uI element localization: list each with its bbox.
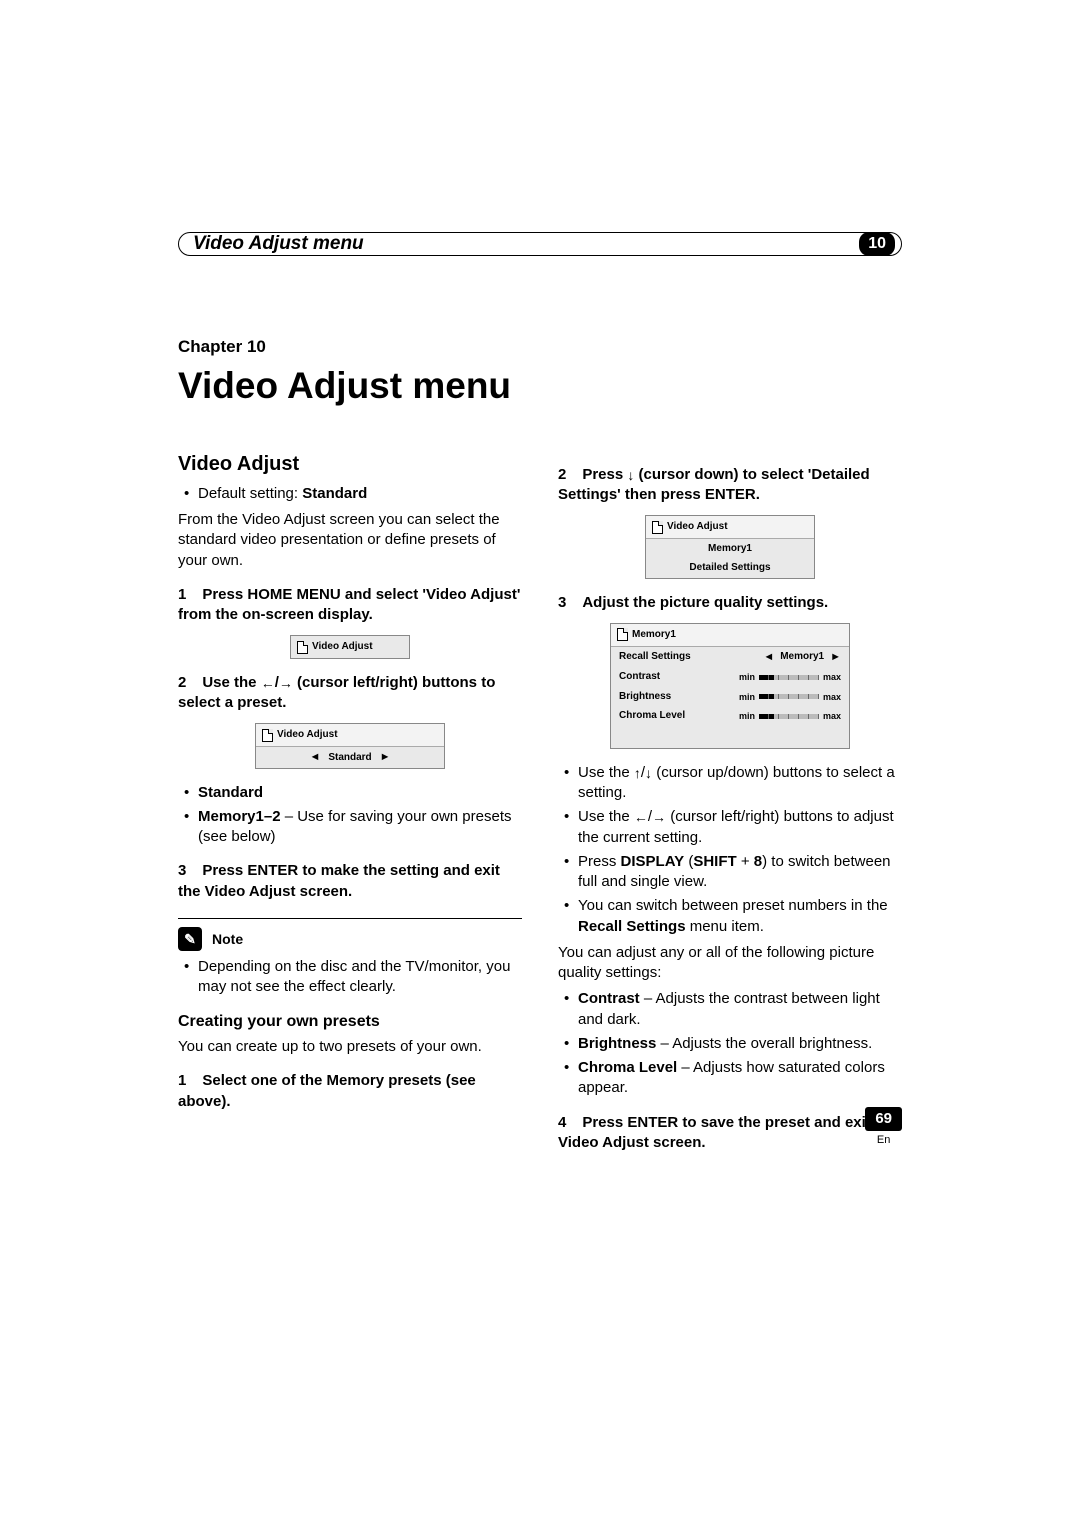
arrow-right-icon: ► — [380, 750, 391, 765]
default-setting: Default setting: Standard — [198, 484, 522, 504]
osd-detailed-settings: Video Adjust Memory1 Detailed Settings — [645, 515, 815, 579]
slider-track — [759, 675, 819, 680]
arrow-right-icon: → — [652, 809, 666, 825]
osd-video-adjust-small: Video Adjust — [290, 635, 410, 659]
content-columns: Video Adjust Default setting: Standard F… — [178, 451, 902, 1157]
tip-recall: You can switch between preset numbers in… — [578, 896, 902, 937]
adj-brightness: Brightness – Adjusts the overall brightn… — [578, 1034, 902, 1054]
chapter-badge: 10 — [859, 232, 895, 256]
bullet-standard: Standard — [198, 783, 522, 803]
adj-chroma: Chroma Level – Adjusts how saturated col… — [578, 1058, 902, 1099]
page-title: Video Adjust menu — [178, 361, 902, 411]
presets-intro: You can create up to two presets of your… — [178, 1037, 522, 1057]
left-column: Video Adjust Default setting: Standard F… — [178, 451, 522, 1157]
osd-video-adjust-preset: Video Adjust ◄ Standard ► — [255, 723, 445, 768]
right-step-4: 4 Press ENTER to save the preset and exi… — [558, 1113, 902, 1154]
page-icon — [652, 521, 663, 534]
presets-step-1: 1 Select one of the Memory presets (see … — [178, 1071, 522, 1112]
note-text: Depending on the disc and the TV/monitor… — [198, 957, 522, 998]
presets-heading: Creating your own presets — [178, 1011, 522, 1033]
page-number: 69 — [865, 1107, 902, 1131]
arrow-left-icon: ◄ — [763, 650, 774, 665]
chapter-label: Chapter 10 — [178, 336, 902, 359]
pencil-icon: ✎ — [178, 927, 202, 951]
page-header: Video Adjust menu 10 — [178, 232, 902, 256]
arrow-right-icon: → — [279, 675, 293, 691]
left-step-3: 3 Press ENTER to make the setting and ex… — [178, 861, 522, 902]
header-title: Video Adjust menu — [193, 231, 364, 257]
left-step-1: 1 Press HOME MENU and select 'Video Adju… — [178, 585, 522, 626]
slider-track — [759, 694, 819, 699]
tip-cursor-updown: Use the ↑/↓ (cursor up/down) buttons to … — [578, 763, 902, 804]
arrow-up-icon: ↑ — [634, 765, 641, 781]
page-icon — [262, 729, 273, 742]
right-column: 2 Press ↓ (cursor down) to select 'Detai… — [558, 451, 902, 1157]
page-lang: En — [865, 1133, 902, 1148]
osd-memory1-settings: Memory1 Recall Settings ◄ Memory1 ► Cont… — [610, 623, 850, 749]
adj-contrast: Contrast – Adjusts the contrast between … — [578, 989, 902, 1030]
right-step-2: 2 Press ↓ (cursor down) to select 'Detai… — [558, 465, 902, 506]
arrow-down-icon: ↓ — [645, 765, 652, 781]
bullet-memory: Memory1–2 – Use for saving your own pres… — [198, 807, 522, 848]
note-block: ✎ Note — [178, 918, 522, 951]
arrow-right-icon: ► — [830, 650, 841, 665]
right-step-3: 3 Adjust the picture quality settings. — [558, 593, 902, 613]
arrow-left-icon: ← — [634, 809, 648, 825]
section-heading: Video Adjust — [178, 451, 522, 478]
page-icon — [297, 641, 308, 654]
arrow-left-icon: ← — [261, 675, 275, 691]
left-step-2: 2 Use the ←/→ (cursor left/right) button… — [178, 673, 522, 714]
tip-cursor-leftright: Use the ←/→ (cursor left/right) buttons … — [578, 807, 902, 848]
slider-track — [759, 714, 819, 719]
page-icon — [617, 628, 628, 641]
page-footer: 69 En — [865, 1107, 902, 1148]
arrow-left-icon: ◄ — [309, 750, 320, 765]
adjust-intro: You can adjust any or all of the followi… — [558, 943, 902, 984]
tip-display: Press DISPLAY (SHIFT + 8) to switch betw… — [578, 852, 902, 893]
intro-text: From the Video Adjust screen you can sel… — [178, 510, 522, 571]
header-frame: Video Adjust menu 10 — [178, 232, 902, 256]
